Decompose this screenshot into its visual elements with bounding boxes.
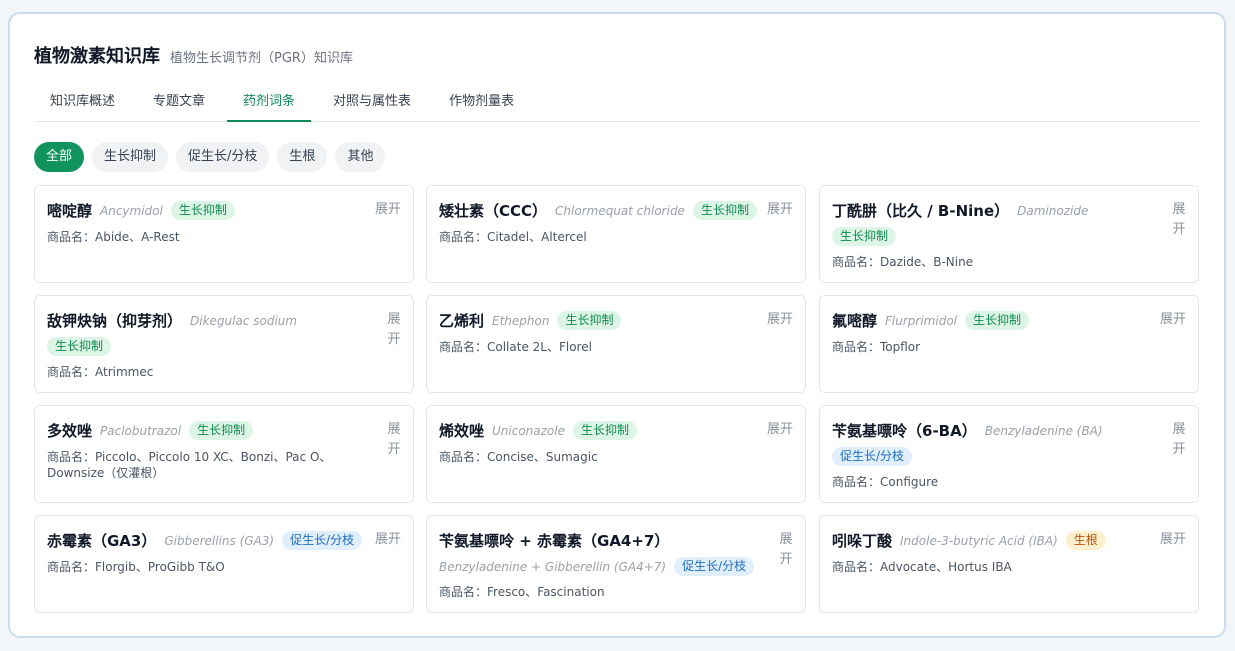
expand-button[interactable]: 展开	[767, 310, 793, 330]
page-subtitle: 植物生长调节剂（PGR）知识库	[170, 51, 353, 66]
agent-card-uniconazole: 烯效唑 Uniconazole 生长抑制 商品名：Concise、Sumagic…	[426, 405, 806, 503]
category-badge: 生长抑制	[557, 311, 622, 330]
tab-articles[interactable]: 专题文章	[137, 86, 221, 122]
card-trade-names: 商品名：Dazide、B-Nine	[832, 255, 974, 269]
card-name: 嘧啶醇	[47, 202, 93, 220]
category-badge: 生长抑制	[170, 201, 235, 220]
agent-card-paclobutrazol: 多效唑 Paclobutrazol 生长抑制 商品名：Piccolo、Picco…	[34, 405, 414, 503]
card-name: 氟嘧醇	[832, 312, 878, 330]
category-filters: 全部 生长抑制 促生长/分枝 生根 其他	[34, 142, 386, 172]
expand-button[interactable]: 展开	[375, 200, 401, 220]
agent-card-flurprimidol: 氟嘧醇 Flurprimidol 生长抑制 商品名：Topflor 展开	[819, 295, 1199, 393]
card-name: 赤霉素（GA3）	[47, 532, 157, 550]
expand-button[interactable]: 展开	[375, 530, 401, 550]
card-latin-name: Ancymidol	[100, 203, 163, 218]
tab-agent-entries[interactable]: 药剂词条	[227, 86, 312, 122]
card-latin-name: Benzyladenine (BA)	[984, 423, 1103, 438]
card-latin-name: Daminozide	[1017, 203, 1089, 218]
expand-button[interactable]: 展开	[387, 310, 401, 350]
expand-button[interactable]: 展开	[767, 200, 793, 220]
filter-all[interactable]: 全部	[34, 142, 85, 172]
card-trade-names: 商品名：Fresco、Fascination	[439, 585, 605, 599]
expand-button[interactable]: 展开	[1172, 420, 1186, 460]
expand-button[interactable]: 展开	[1172, 200, 1186, 240]
card-name: 苄氨基嘌呤 + 赤霉素（GA4+7）	[439, 532, 670, 550]
card-trade-names: 商品名：Abide、A-Rest	[47, 230, 180, 244]
tab-crop-dosage[interactable]: 作物剂量表	[433, 86, 530, 122]
agent-card-gibberellin: 赤霉素（GA3） Gibberellins (GA3) 促生长/分枝 商品名：F…	[34, 515, 414, 613]
expand-button[interactable]: 展开	[1160, 530, 1186, 550]
page-header: 植物激素知识库 植物生长调节剂（PGR）知识库	[34, 42, 353, 68]
card-latin-name: Chlormequat chloride	[555, 203, 685, 218]
filter-growth-inhibit[interactable]: 生长抑制	[92, 142, 169, 172]
category-badge: 生长抑制	[573, 421, 638, 440]
card-name: 矮壮素（CCC）	[439, 202, 548, 220]
filter-growth-promote[interactable]: 促生长/分枝	[176, 142, 270, 172]
filter-other[interactable]: 其他	[335, 142, 386, 172]
category-badge: 生长抑制	[692, 201, 757, 220]
card-latin-name: Dikegulac sodium	[190, 313, 298, 328]
tab-overview[interactable]: 知识库概述	[34, 86, 131, 122]
knowledge-panel: 植物激素知识库 植物生长调节剂（PGR）知识库 知识库概述 专题文章 药剂词条 …	[8, 12, 1226, 638]
card-trade-names: 商品名：Florgib、ProGibb T&O	[47, 560, 225, 574]
agent-card-benzyladenine: 苄氨基嘌呤（6-BA） Benzyladenine (BA) 促生长/分枝 商品…	[819, 405, 1199, 503]
category-badge: 促生长/分枝	[282, 531, 363, 550]
card-trade-names: 商品名：Citadel、Altercel	[439, 230, 587, 244]
card-name: 乙烯利	[439, 312, 485, 330]
card-latin-name: Uniconazole	[492, 423, 565, 438]
card-trade-names: 商品名：Atrimmec	[47, 365, 154, 379]
card-name: 敌钾炔钠（抑芽剂）	[47, 312, 183, 330]
agent-card-ancymidol: 嘧啶醇 Ancymidol 生长抑制 商品名：Abide、A-Rest 展开	[34, 185, 414, 283]
page-title: 植物激素知识库	[34, 46, 160, 67]
category-badge: 生长抑制	[832, 227, 897, 246]
card-latin-name: Indole-3-butyric Acid (IBA)	[900, 533, 1058, 548]
card-trade-names: 商品名：Configure	[832, 475, 939, 489]
card-trade-names: 商品名：Topflor	[832, 340, 921, 354]
filter-rooting[interactable]: 生根	[277, 142, 328, 172]
agent-card-iba: 吲哚丁酸 Indole-3-butyric Acid (IBA) 生根 商品名：…	[819, 515, 1199, 613]
tab-comparison-table[interactable]: 对照与属性表	[317, 86, 427, 122]
card-latin-name: Gibberellins (GA3)	[164, 533, 275, 548]
card-name: 丁酰肼（比久 / B-Nine）	[832, 202, 1010, 220]
agent-card-daminozide: 丁酰肼（比久 / B-Nine） Daminozide 生长抑制 商品名：Daz…	[819, 185, 1199, 283]
category-badge: 促生长/分枝	[674, 557, 755, 576]
card-trade-names: 商品名：Piccolo、Piccolo 10 XC、Bonzi、Pac O、Do…	[47, 450, 332, 480]
expand-button[interactable]: 展开	[767, 420, 793, 440]
card-name: 吲哚丁酸	[832, 532, 893, 550]
agent-card-ba-ga47: 苄氨基嘌呤 + 赤霉素（GA4+7） Benzyladenine + Gibbe…	[426, 515, 806, 613]
card-latin-name: Ethephon	[492, 313, 550, 328]
card-latin-name: Benzyladenine + Gibberellin (GA4+7)	[439, 559, 667, 574]
category-badge: 生长抑制	[47, 337, 112, 356]
card-name: 多效唑	[47, 422, 93, 440]
expand-button[interactable]: 展开	[1160, 310, 1186, 330]
expand-button[interactable]: 展开	[387, 420, 401, 460]
category-badge: 生根	[1065, 531, 1106, 550]
card-latin-name: Flurprimidol	[885, 313, 957, 328]
card-trade-names: 商品名：Advocate、Hortus IBA	[832, 560, 1012, 574]
card-latin-name: Paclobutrazol	[100, 423, 182, 438]
card-trade-names: 商品名：Concise、Sumagic	[439, 450, 598, 464]
agent-card-ethephon: 乙烯利 Ethephon 生长抑制 商品名：Collate 2L、Florel …	[426, 295, 806, 393]
tab-bar: 知识库概述 专题文章 药剂词条 对照与属性表 作物剂量表	[34, 86, 1200, 122]
card-trade-names: 商品名：Collate 2L、Florel	[439, 340, 592, 354]
agent-card-chlormequat: 矮壮素（CCC） Chlormequat chloride 生长抑制 商品名：C…	[426, 185, 806, 283]
card-name: 苄氨基嘌呤（6-BA）	[832, 422, 977, 440]
category-badge: 生长抑制	[965, 311, 1030, 330]
category-badge: 生长抑制	[189, 421, 254, 440]
agent-card-dikegulac: 敌钾炔钠（抑芽剂） Dikegulac sodium 生长抑制 商品名：Atri…	[34, 295, 414, 393]
card-name: 烯效唑	[439, 422, 485, 440]
category-badge: 促生长/分枝	[832, 447, 913, 466]
expand-button[interactable]: 展开	[779, 530, 793, 570]
